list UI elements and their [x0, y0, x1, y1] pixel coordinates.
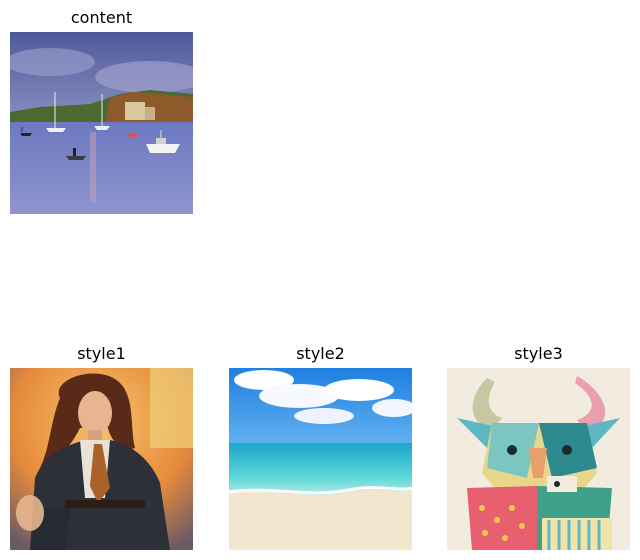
content-image — [10, 32, 193, 214]
style2-image — [229, 368, 412, 550]
content-title: content — [70, 8, 133, 27]
style1-panel: style1 — [10, 344, 193, 550]
style1-title: style1 — [77, 344, 126, 363]
style2-title: style2 — [296, 344, 345, 363]
style1-image — [10, 368, 193, 550]
style3-title: style3 — [514, 344, 563, 363]
style3-panel: style3 — [447, 344, 630, 550]
style3-image — [447, 368, 630, 550]
content-panel: content — [10, 8, 193, 214]
style2-panel: style2 — [229, 344, 412, 550]
